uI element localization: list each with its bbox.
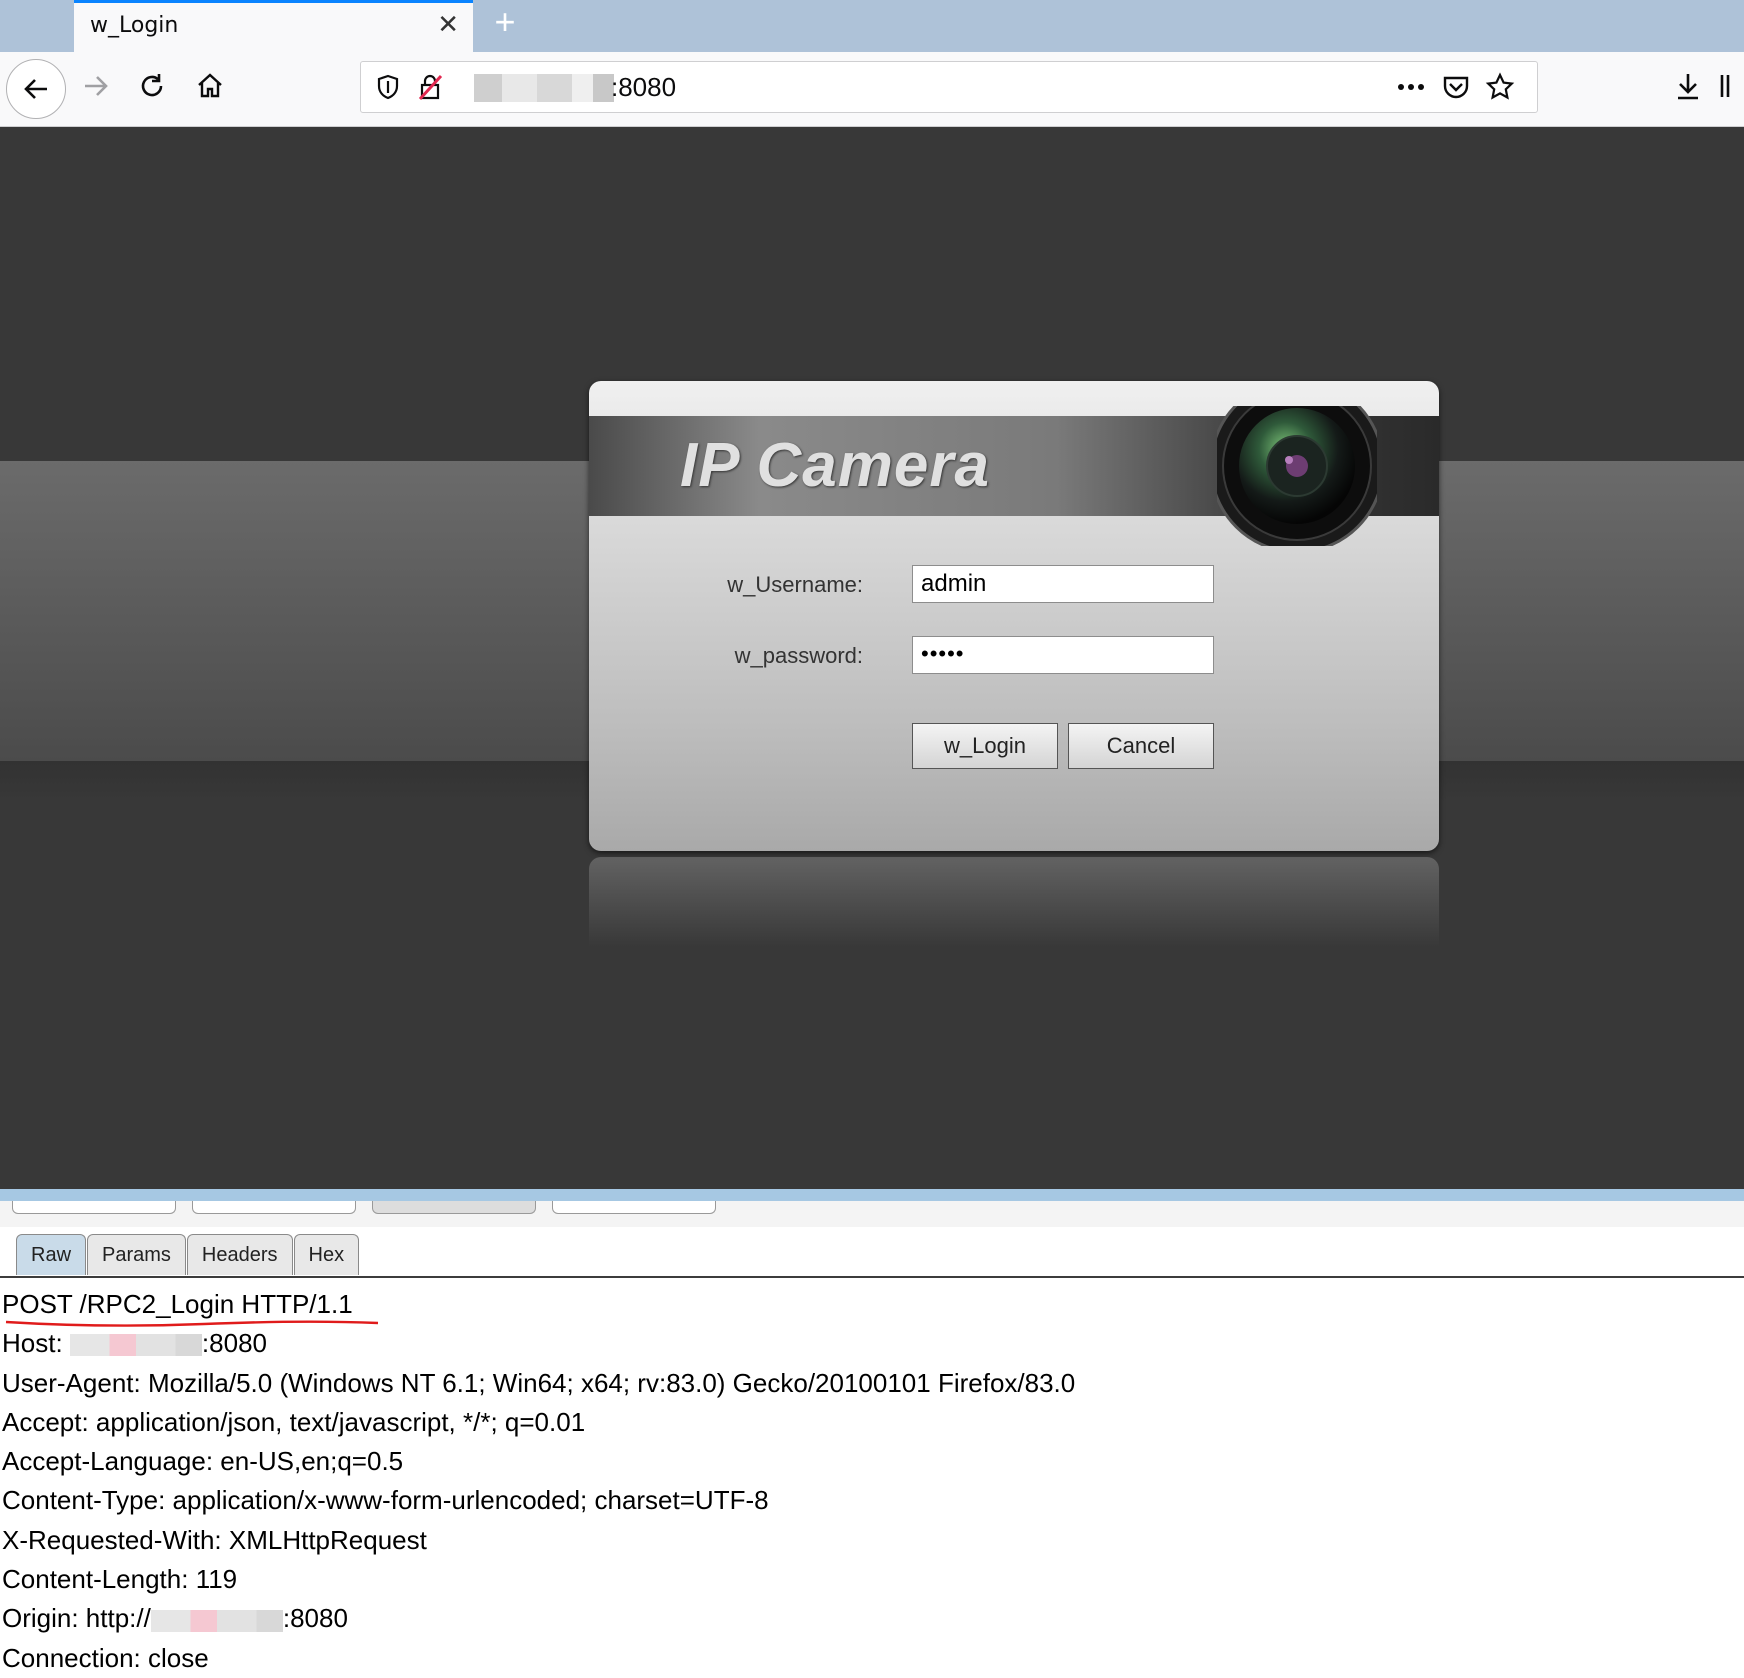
camera-lens-icon [1217,406,1377,546]
reload-icon [141,74,163,97]
accept-header: Accept: application/json, text/javascrip… [2,1406,586,1437]
username-label: w_Username: [727,572,863,597]
host-header: Host: :8080 [2,1324,1075,1363]
origin-port: :8080 [282,1603,348,1634]
shield-icon[interactable] [373,72,403,102]
new-tab-button[interactable]: + [485,0,525,48]
redacted-host [474,74,614,102]
password-field[interactable]: ••••• [912,636,1214,674]
panel-divider [0,1189,1744,1201]
tab-title: w_Login [90,13,179,38]
dialog-reflection [589,857,1439,947]
browser-tab[interactable]: w_Login ✕ [74,0,473,52]
origin-header: Origin: http:// :8080 [2,1599,1075,1638]
back-icon [24,79,47,99]
bookmark-star-icon[interactable] [1485,72,1515,102]
navigation-toolbar: :8080 [0,52,1744,127]
tabs-baseline [0,1276,1744,1278]
more-actions-icon[interactable] [1396,72,1426,102]
banner-title: IP Camera [680,431,990,500]
password-label: w_password: [734,643,863,668]
red-underline-annotation [5,1320,379,1327]
login-dialog: IP Camera w_Username: admin w_password: … [589,381,1439,851]
cancel-button[interactable]: Cancel [1068,723,1214,769]
subtab[interactable] [12,1201,176,1214]
pocket-icon[interactable] [1441,72,1471,102]
request-viewer-panel: Raw Params Headers Hex POST /RPC2_Login … [0,1189,1744,1673]
origin-header-name: Origin: http:// [2,1603,151,1634]
connection-header: Connection: close [2,1642,209,1673]
redacted-ip [69,1334,202,1357]
redacted-ip [150,1609,283,1632]
content-type-header: Content-Type: application/x-www-form-url… [2,1485,769,1516]
library-button[interactable] [1718,58,1744,114]
x-requested-with-header: X-Requested-With: XMLHttpRequest [2,1524,427,1555]
home-button[interactable] [182,58,238,114]
subtab[interactable] [372,1201,536,1214]
subtab[interactable] [552,1201,716,1214]
request-tabs: Raw Params Headers Hex [16,1234,360,1276]
tab-raw[interactable]: Raw [16,1234,87,1275]
tab-hex[interactable]: Hex [293,1234,360,1275]
download-button[interactable] [1660,58,1716,114]
user-agent-header: User-Agent: Mozilla/5.0 (Windows NT 6.1;… [2,1367,1076,1398]
tab-headers[interactable]: Headers [186,1234,293,1275]
host-header-name: Host: [2,1328,70,1359]
username-field[interactable]: admin [912,565,1214,603]
home-icon [198,73,222,98]
browser-tab-strip: w_Login ✕ + [0,0,1744,52]
login-banner: IP Camera [589,406,1439,546]
library-icon [1720,75,1730,97]
forward-icon [85,76,108,96]
subtab[interactable] [192,1201,356,1214]
url-bar[interactable]: :8080 [360,61,1538,113]
login-button[interactable]: w_Login [912,723,1058,769]
url-text: :8080 [611,72,677,102]
download-icon [1678,74,1698,100]
back-button[interactable] [6,59,66,119]
host-port: :8080 [201,1328,267,1359]
raw-request[interactable]: POST /RPC2_Login HTTP/1.1 Host: :8080 User… [2,1285,1075,1678]
tab-params[interactable]: Params [87,1234,186,1275]
close-tab-icon[interactable]: ✕ [437,9,459,40]
accept-language-header: Accept-Language: en-US,en;q=0.5 [2,1446,404,1477]
content-length-header: Content-Length: 119 [2,1564,238,1595]
insecure-lock-icon[interactable] [415,72,445,102]
forward-button[interactable] [68,58,124,114]
subtab-strip [0,1201,1744,1227]
web-page: IP Camera w_Username: admin w_password: … [0,127,1744,1189]
reload-button[interactable] [124,58,180,114]
